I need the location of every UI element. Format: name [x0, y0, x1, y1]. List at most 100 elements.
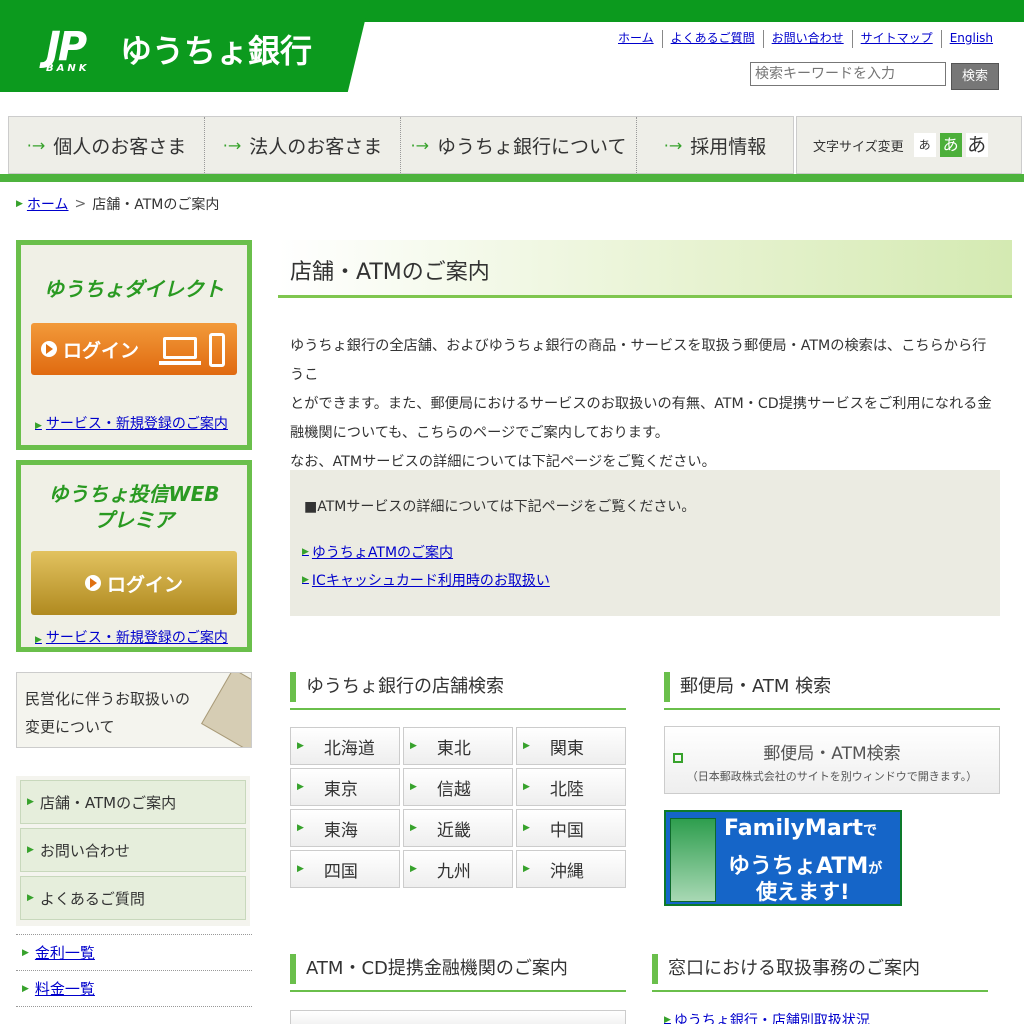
store-search-section: ゆうちょ銀行の店舗検索 [290, 672, 626, 710]
region-label: 関東 [549, 738, 584, 759]
font-size-small[interactable]: あ [913, 133, 936, 157]
familymart-banner[interactable]: FamilyMartで ゆうちょATMが 使えます! [664, 810, 902, 906]
region-chugoku[interactable]: ▶ 中国 [516, 809, 626, 847]
side-menu-contact[interactable]: ▶ お問い合わせ [20, 828, 246, 872]
region-kinki[interactable]: ▶ 近畿 [403, 809, 513, 847]
post-atm-search-label: 郵便局・ATM検索 [763, 744, 901, 764]
familymart-name: FamilyMart [724, 816, 864, 841]
triangle-icon: ▶ [523, 864, 530, 874]
triangle-icon: ▶ [27, 845, 34, 855]
intro-line: ゆうちょ銀行の全店舗、およびゆうちょ銀行の商品・サービスを取扱う郵便局・ATMの… [290, 338, 987, 383]
section-underline [290, 708, 626, 710]
side-menu-store-atm[interactable]: ▶ 店舗・ATMのご案内 [20, 780, 246, 824]
region-label: 中国 [549, 820, 584, 841]
triangle-icon: ▶ [523, 741, 530, 751]
region-hokkaido[interactable]: ▶ 北海道 [290, 727, 400, 765]
direct-register-link[interactable]: ▶ サービス・新規登録のご案内 [35, 413, 228, 433]
ic-card-link[interactable]: ▶ ICキャッシュカード利用時のお取扱い [302, 570, 550, 590]
triangle-icon: ▶ [523, 823, 530, 833]
region-hokuriku[interactable]: ▶ 北陸 [516, 768, 626, 806]
font-size-switcher: 文字サイズ変更 あ あ あ [796, 116, 1022, 174]
divider [16, 1006, 252, 1007]
direct-box: ゆうちょダイレクト ログイン ▶ サービス・新規登録のご案内 [16, 240, 252, 450]
counter-status-label: ゆうちょ銀行・店舗別取扱状況 [673, 1013, 870, 1024]
premia-login-button[interactable]: ログイン [31, 551, 237, 615]
region-kanto[interactable]: ▶ 関東 [516, 727, 626, 765]
premia-register-link[interactable]: ▶ サービス・新規登録のご案内 [35, 627, 228, 647]
atm-cd-search-button[interactable] [290, 1010, 626, 1024]
privatization-banner[interactable]: 民営化に伴うお取扱いの 変更について [16, 672, 252, 748]
post-atm-search-button[interactable]: 郵便局・ATM検索 （日本郵政株式会社のサイトを別ウィンドウで開きます。） [664, 726, 1000, 794]
atm-info-heading: ■ATMサービスの詳細については下記ページをご覧ください。 [304, 499, 696, 515]
sitemap-link[interactable]: サイトマップ [851, 30, 941, 48]
english-link[interactable]: English [940, 30, 1001, 48]
intro-line: とができます。また、郵便局におけるサービスのお取扱いの有無、ATM・CD提携サー… [290, 396, 992, 412]
font-size-medium[interactable]: あ [939, 133, 962, 157]
direct-login-label: ログイン [63, 339, 140, 362]
atm-cd-section: ATM・CD提携金融機関のご案内 [290, 954, 626, 992]
region-shinetsu[interactable]: ▶ 信越 [403, 768, 513, 806]
triangle-icon: ▶ [35, 421, 42, 431]
region-tokai[interactable]: ▶ 東海 [290, 809, 400, 847]
breadcrumb-home[interactable]: ホーム [27, 194, 69, 214]
arrow-right-icon: ·→ [26, 135, 46, 155]
side-menu-faq[interactable]: ▶ よくあるご質問 [20, 876, 246, 920]
region-tohoku[interactable]: ▶ 東北 [403, 727, 513, 765]
atm-guide-link[interactable]: ▶ ゆうちょATMのご案内 [302, 542, 453, 562]
triangle-icon: ▶ [297, 782, 304, 792]
rates-link[interactable]: ▶ 金利一覧 [22, 942, 95, 963]
play-icon [41, 341, 57, 357]
direct-login-button[interactable]: ログイン [31, 323, 237, 375]
post-atm-search-note: （日本郵政株式会社のサイトを別ウィンドウで開きます。） [686, 770, 978, 783]
jp-logo-mark: JP [46, 24, 87, 70]
atm-info-box: ■ATMサービスの詳細については下記ページをご覧ください。 ▶ ゆうちょATMのご… [290, 470, 1000, 616]
region-label: 四国 [323, 861, 358, 882]
triangle-icon: ▶ [410, 823, 417, 833]
search-input[interactable] [750, 62, 946, 86]
atm-machine-illustration [670, 818, 716, 902]
nav-personal[interactable]: ·→ 個人のお客さま [9, 117, 205, 173]
region-label: 沖縄 [549, 861, 584, 882]
contact-link[interactable]: お問い合わせ [762, 30, 852, 48]
privatization-line1: 民営化に伴うお取扱いの [25, 690, 191, 708]
triangle-icon: ▶ [297, 823, 304, 833]
triangle-icon: ▶ [410, 782, 417, 792]
direct-title: ゆうちょダイレクト [44, 277, 224, 301]
region-label: 九州 [436, 861, 471, 882]
fees-link-label: 料金一覧 [34, 980, 95, 998]
fees-link[interactable]: ▶ 料金一覧 [22, 978, 95, 999]
familymart-ga: が [868, 861, 883, 877]
home-link[interactable]: ホーム [610, 30, 662, 48]
font-size-large[interactable]: あ [965, 133, 988, 157]
premia-box: ゆうちょ投信WEB プレミア ログイン ▶ サービス・新規登録のご案内 [16, 460, 252, 652]
ic-card-label: ICキャッシュカード利用時のお取扱い [311, 573, 550, 589]
counter-status-link[interactable]: ▶ ゆうちょ銀行・店舗別取扱状況 [664, 1010, 870, 1024]
breadcrumb-current: 店舗・ATMのご案内 [92, 197, 220, 213]
region-kyushu[interactable]: ▶ 九州 [403, 850, 513, 888]
region-label: 東京 [323, 779, 358, 800]
section-underline [664, 708, 1000, 710]
nav-about[interactable]: ·→ ゆうちょ銀行について [401, 117, 637, 173]
nav-corporate[interactable]: ·→ 法人のお客さま [205, 117, 401, 173]
play-icon [84, 575, 101, 591]
intro-line: 融機関についても、こちらのページでご案内しております。 [290, 425, 669, 441]
familymart-suffix: で [863, 823, 878, 839]
region-tokyo[interactable]: ▶ 東京 [290, 768, 400, 806]
monitor-stand-icon [159, 361, 201, 365]
post-search-section: 郵便局・ATM 検索 [664, 672, 1000, 710]
search-button[interactable]: 検索 [951, 63, 999, 90]
nav-recruit[interactable]: ·→ 採用情報 [637, 117, 793, 173]
logo-bank-name: ゆうちょ銀行 [120, 32, 313, 70]
divider [16, 934, 252, 935]
arrow-right-icon: ·→ [663, 135, 683, 155]
triangle-icon: ▶ [302, 547, 309, 557]
font-size-label: 文字サイズ変更 [813, 139, 904, 155]
privatization-line2: 変更について [25, 718, 115, 736]
faq-link[interactable]: よくあるご質問 [661, 30, 763, 48]
arrow-right-icon: ·→ [410, 135, 430, 155]
nav-about-label: ゆうちょ銀行について [437, 135, 627, 158]
nav-underline [0, 174, 1024, 182]
intro-text: ゆうちょ銀行の全店舗、およびゆうちょ銀行の商品・サービスを取扱う郵便局・ATMの… [290, 332, 1000, 477]
region-okinawa[interactable]: ▶ 沖縄 [516, 850, 626, 888]
region-shikoku[interactable]: ▶ 四国 [290, 850, 400, 888]
